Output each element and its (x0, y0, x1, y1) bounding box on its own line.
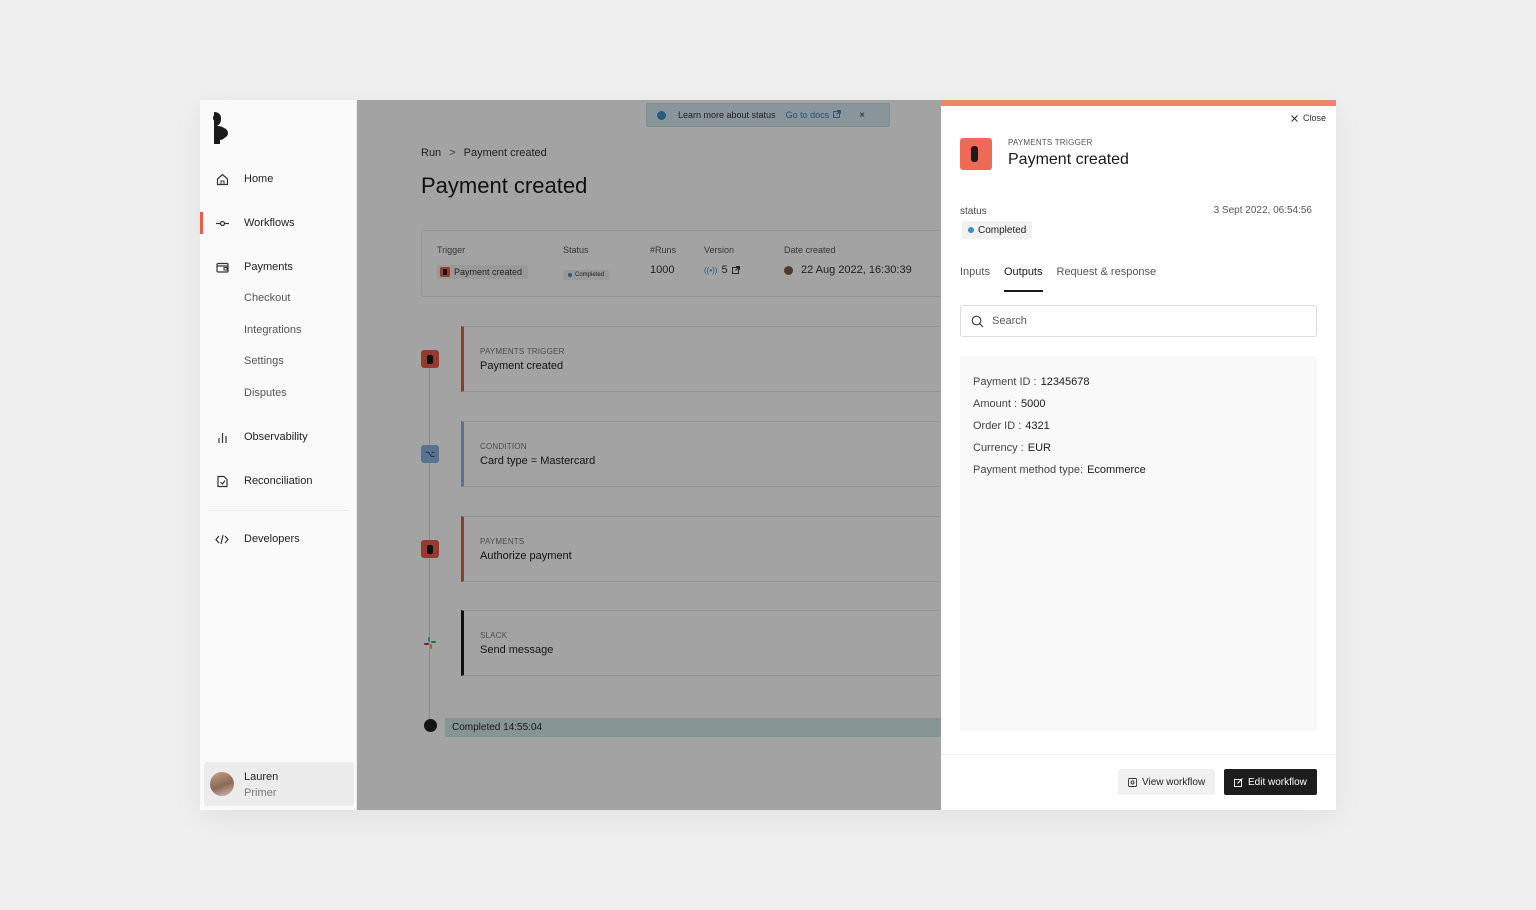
sidebar-item-reconciliation[interactable]: Reconciliation (200, 467, 357, 495)
sidebar-subitem-settings[interactable]: Settings (244, 355, 284, 367)
tab-request-response[interactable]: Request & response (1057, 266, 1157, 292)
sidebar-divider (208, 510, 349, 511)
close-label: Close (1302, 113, 1326, 123)
app-window: Home Workflows Payments Checkout Integra… (200, 100, 1336, 810)
sidebar-item-label: Payments (244, 261, 293, 273)
footer-divider (941, 754, 1336, 755)
output-row: Currency : EUR (973, 442, 1051, 454)
view-workflow-label: View workflow (1142, 776, 1206, 788)
sidebar-item-home[interactable]: Home (200, 165, 357, 193)
workflow-view-icon (1128, 777, 1137, 787)
payments-icon (215, 260, 229, 274)
user-org: Primer (244, 787, 277, 799)
sidebar-item-label: Developers (244, 533, 300, 545)
search-box (960, 305, 1317, 337)
output-key: Order ID : (973, 420, 1022, 432)
brand-logo[interactable] (210, 110, 234, 146)
tab-inputs[interactable]: Inputs (960, 266, 990, 292)
edit-workflow-button[interactable]: Edit workflow (1224, 769, 1317, 795)
output-value: 5000 (1021, 398, 1046, 410)
status-dot-icon (968, 227, 974, 233)
sidebar-subitem-disputes[interactable]: Disputes (244, 387, 287, 399)
output-value: 12345678 (1040, 376, 1090, 388)
sidebar-item-observability[interactable]: Observability (200, 423, 357, 451)
avatar (210, 772, 234, 796)
output-key: Payment ID : (973, 376, 1037, 388)
bar-chart-icon (215, 430, 229, 444)
sidebar-item-label: Observability (244, 431, 308, 443)
status-date: 3 Sept 2022, 06:54:56 (1213, 205, 1312, 216)
edit-icon (1234, 777, 1243, 787)
edit-workflow-label: Edit workflow (1248, 776, 1307, 788)
tab-outputs[interactable]: Outputs (1003, 266, 1043, 292)
output-row: Amount :5000 (973, 398, 1046, 410)
output-value: 4321 (1025, 420, 1050, 432)
output-value: Ecommerce (1087, 464, 1146, 476)
sidebar-item-workflows[interactable]: Workflows (200, 209, 357, 237)
output-row: Payment ID :12345678 (973, 376, 1090, 388)
user-name: Lauren (244, 771, 279, 783)
output-row: Order ID :4321 (973, 420, 1050, 432)
sidebar-item-payments[interactable]: Payments (200, 253, 357, 281)
sidebar: Home Workflows Payments Checkout Integra… (200, 100, 357, 810)
drawer-tabs: Inputs Outputs Request & response (960, 266, 1156, 292)
search-input[interactable] (992, 315, 1292, 327)
status-label: status (960, 206, 987, 217)
sidebar-subitem-checkout[interactable]: Checkout (244, 292, 290, 304)
code-icon (215, 532, 229, 546)
close-button[interactable]: Close (1291, 113, 1326, 123)
sidebar-item-label: Reconciliation (244, 475, 313, 487)
outputs-panel: Payment ID :12345678 Amount :5000 Order … (960, 356, 1317, 731)
status-badge: Completed (962, 221, 1033, 239)
drawer-title: Payment created (1008, 151, 1129, 168)
sidebar-item-developers[interactable]: Developers (200, 525, 357, 553)
sidebar-item-label: Home (244, 173, 274, 185)
workflow-icon (215, 216, 229, 230)
close-icon (1291, 114, 1298, 122)
output-value: EUR (1027, 442, 1051, 454)
detail-drawer: Close PAYMENTS TRIGGER Payment created s… (941, 100, 1336, 810)
output-row: Payment method type: Ecommerce (973, 464, 1146, 476)
home-icon (215, 172, 229, 186)
output-key: Currency : (973, 442, 1024, 454)
sidebar-item-label: Workflows (244, 217, 295, 229)
sidebar-subitem-integrations[interactable]: Integrations (244, 324, 301, 336)
output-key: Payment method type: (973, 464, 1084, 476)
search-icon (971, 315, 984, 327)
status-value: Completed (978, 224, 1027, 236)
user-profile[interactable]: Lauren Primer (204, 762, 354, 806)
payments-trigger-icon (960, 138, 992, 170)
output-key: Amount : (973, 398, 1018, 410)
reconciliation-icon (215, 474, 229, 488)
view-workflow-button[interactable]: View workflow (1118, 769, 1216, 795)
drawer-kicker: PAYMENTS TRIGGER (1008, 138, 1093, 147)
